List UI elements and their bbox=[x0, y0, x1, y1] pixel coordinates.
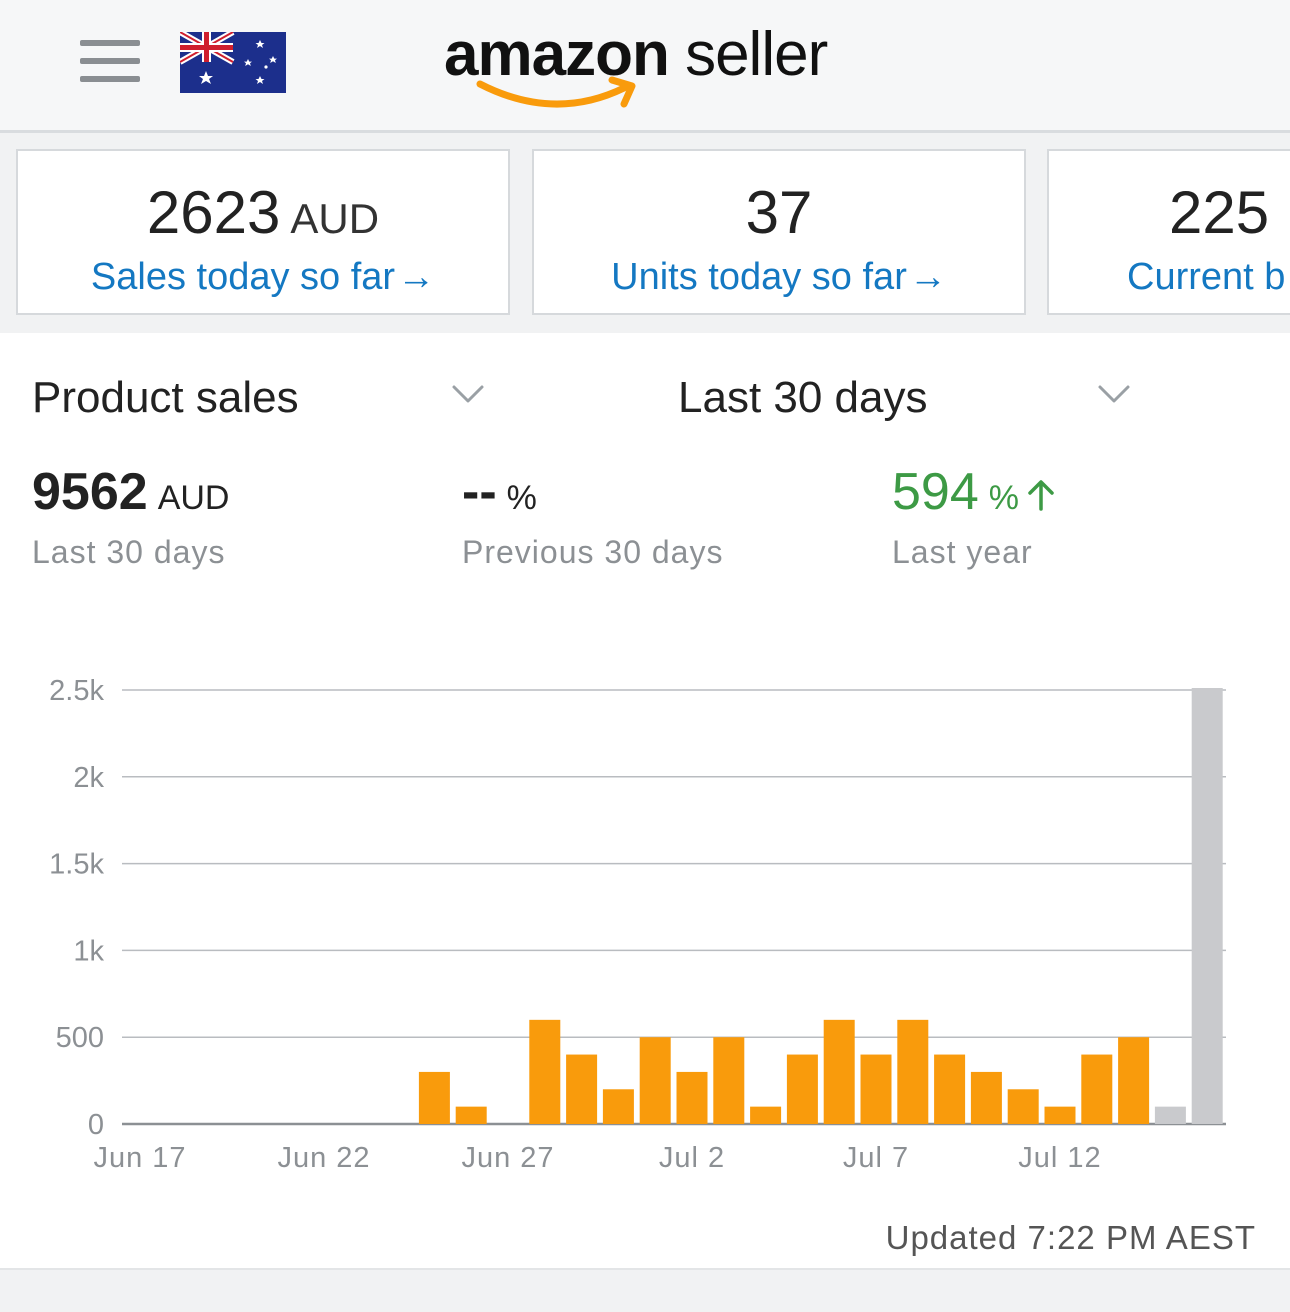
units-today-label: Units today so far bbox=[611, 256, 907, 298]
metric-dropdown-value: Product sales bbox=[32, 373, 299, 422]
sales-today-link[interactable]: Sales today so far→ bbox=[18, 255, 508, 299]
bar-jul-1[interactable] bbox=[639, 1037, 671, 1124]
bar-jul-2[interactable] bbox=[676, 1071, 708, 1124]
y-tick-label: 2k bbox=[73, 762, 104, 794]
product-sales-chart: 0 500 1k 1.5k 2k 2.5k Jun 17 Jun 22 Jun 27 Jul 2… bbox=[0, 600, 1290, 1200]
stat-previous-30-days: --% Previous 30 days bbox=[462, 462, 723, 572]
bar-jul-11[interactable] bbox=[1007, 1089, 1039, 1124]
units-today-card[interactable]: 37 Units today so far→ bbox=[532, 149, 1026, 315]
amazon-seller-logo: amazon seller bbox=[444, 14, 864, 114]
y-tick-label: 2.5k bbox=[49, 675, 104, 707]
stat-last-year-value: 594 bbox=[892, 463, 979, 521]
arrow-right-icon: → bbox=[908, 256, 947, 298]
sales-today-card[interactable]: 2623 AUD Sales today so far→ bbox=[16, 149, 510, 315]
stat-previous-unit: % bbox=[506, 479, 537, 517]
bar-jun-26[interactable] bbox=[455, 1106, 487, 1124]
stat-current-unit: AUD bbox=[157, 479, 230, 517]
x-tick-label: Jul 12 bbox=[1018, 1142, 1101, 1174]
bar-jul-13[interactable] bbox=[1081, 1054, 1113, 1124]
arrow-right-icon: → bbox=[397, 256, 436, 298]
units-today-link[interactable]: Units today so far→ bbox=[534, 255, 1024, 299]
bar-jun-30[interactable] bbox=[602, 1089, 634, 1124]
stat-last-year: 594% Last year bbox=[892, 462, 1057, 572]
current-balance-value: 225 bbox=[1169, 181, 1290, 245]
bar-jun-28[interactable] bbox=[529, 1019, 561, 1124]
kpi-cards-strip: 2623 AUD Sales today so far→ 37 Units tod… bbox=[0, 133, 1290, 333]
top-app-bar: amazon seller bbox=[0, 0, 1290, 133]
metric-dropdown[interactable]: Product sales bbox=[32, 366, 492, 430]
arrow-up-icon bbox=[1028, 480, 1054, 512]
x-tick-label: Jul 7 bbox=[843, 1142, 909, 1174]
x-tick-label: Jul 2 bbox=[659, 1142, 725, 1174]
sales-today-label: Sales today so far bbox=[90, 256, 396, 298]
stat-last-30-days: 9562 AUD Last 30 days bbox=[32, 462, 229, 572]
stat-last-year-unit: % bbox=[988, 479, 1019, 517]
y-tick-label: 1k bbox=[73, 935, 104, 967]
bar-jul-5[interactable] bbox=[786, 1054, 818, 1124]
chart-y-axis: 0 500 1k 1.5k 2k 2.5k bbox=[49, 675, 104, 1141]
current-balance-link[interactable]: Current b bbox=[1127, 255, 1290, 299]
current-balance-card[interactable]: 225 Current b bbox=[1047, 149, 1290, 315]
x-tick-label: Jun 22 bbox=[277, 1142, 370, 1174]
x-tick-label: Jun 27 bbox=[461, 1142, 554, 1174]
product-sales-bar-chart: 0 500 1k 1.5k 2k 2.5k Jun 17 Jun 22 Jun 27 Jul 2… bbox=[49, 675, 1226, 1174]
x-tick-label: Jun 17 bbox=[93, 1142, 186, 1174]
stat-last-year-label: Last year bbox=[892, 534, 1033, 570]
y-tick-label: 0 bbox=[88, 1109, 104, 1141]
date-range-dropdown[interactable]: Last 30 days bbox=[678, 366, 1138, 430]
units-today-value: 37 bbox=[534, 181, 1024, 245]
bar-jul-7[interactable] bbox=[860, 1054, 892, 1124]
bar-jun-29[interactable] bbox=[566, 1054, 598, 1124]
bar-jul-10[interactable] bbox=[970, 1071, 1002, 1124]
australia-flag-icon[interactable] bbox=[180, 32, 286, 93]
stat-current-value: 9562 bbox=[32, 463, 148, 521]
chevron-down-icon bbox=[1098, 385, 1130, 403]
bar-jun-25[interactable] bbox=[418, 1071, 450, 1124]
current-balance-amount: 225 bbox=[1169, 179, 1270, 246]
bar-jul-4[interactable] bbox=[750, 1106, 782, 1124]
updated-timestamp: Updated 7:22 PM AEST bbox=[885, 1219, 1256, 1256]
sales-today-amount: 2623 bbox=[146, 179, 281, 246]
bar-jul-15[interactable] bbox=[1154, 1106, 1186, 1124]
chart-gridlines bbox=[122, 689, 1226, 1126]
bar-jul-8[interactable] bbox=[897, 1019, 929, 1124]
units-today-amount: 37 bbox=[745, 179, 813, 246]
sales-today-value: 2623 AUD bbox=[18, 181, 508, 251]
bar-jul-9[interactable] bbox=[934, 1054, 966, 1124]
stat-previous-value: -- bbox=[462, 463, 497, 521]
chart-x-axis: Jun 17 Jun 22 Jun 27 Jul 2 Jul 7 Jul 12 bbox=[93, 1142, 1101, 1174]
sales-today-unit: AUD bbox=[290, 195, 380, 242]
footer-strip bbox=[0, 1268, 1290, 1312]
hamburger-menu-icon[interactable] bbox=[80, 40, 140, 82]
chevron-down-icon bbox=[452, 385, 484, 403]
current-balance-label: Current b bbox=[1127, 256, 1286, 298]
y-tick-label: 1.5k bbox=[49, 849, 104, 881]
y-tick-label: 500 bbox=[56, 1022, 104, 1054]
bar-jul-3[interactable] bbox=[713, 1037, 745, 1124]
logo-seller-text: seller bbox=[685, 20, 828, 89]
amazon-smile-icon bbox=[476, 76, 636, 108]
stat-previous-label: Previous 30 days bbox=[462, 534, 724, 570]
bar-jul-12[interactable] bbox=[1044, 1106, 1076, 1124]
stat-current-label: Last 30 days bbox=[32, 534, 226, 570]
bar-jul-16[interactable] bbox=[1191, 688, 1223, 1124]
bar-jul-14[interactable] bbox=[1118, 1037, 1150, 1124]
bar-jul-6[interactable] bbox=[823, 1019, 855, 1124]
date-range-dropdown-value: Last 30 days bbox=[678, 373, 928, 422]
chart-bars bbox=[418, 688, 1223, 1124]
